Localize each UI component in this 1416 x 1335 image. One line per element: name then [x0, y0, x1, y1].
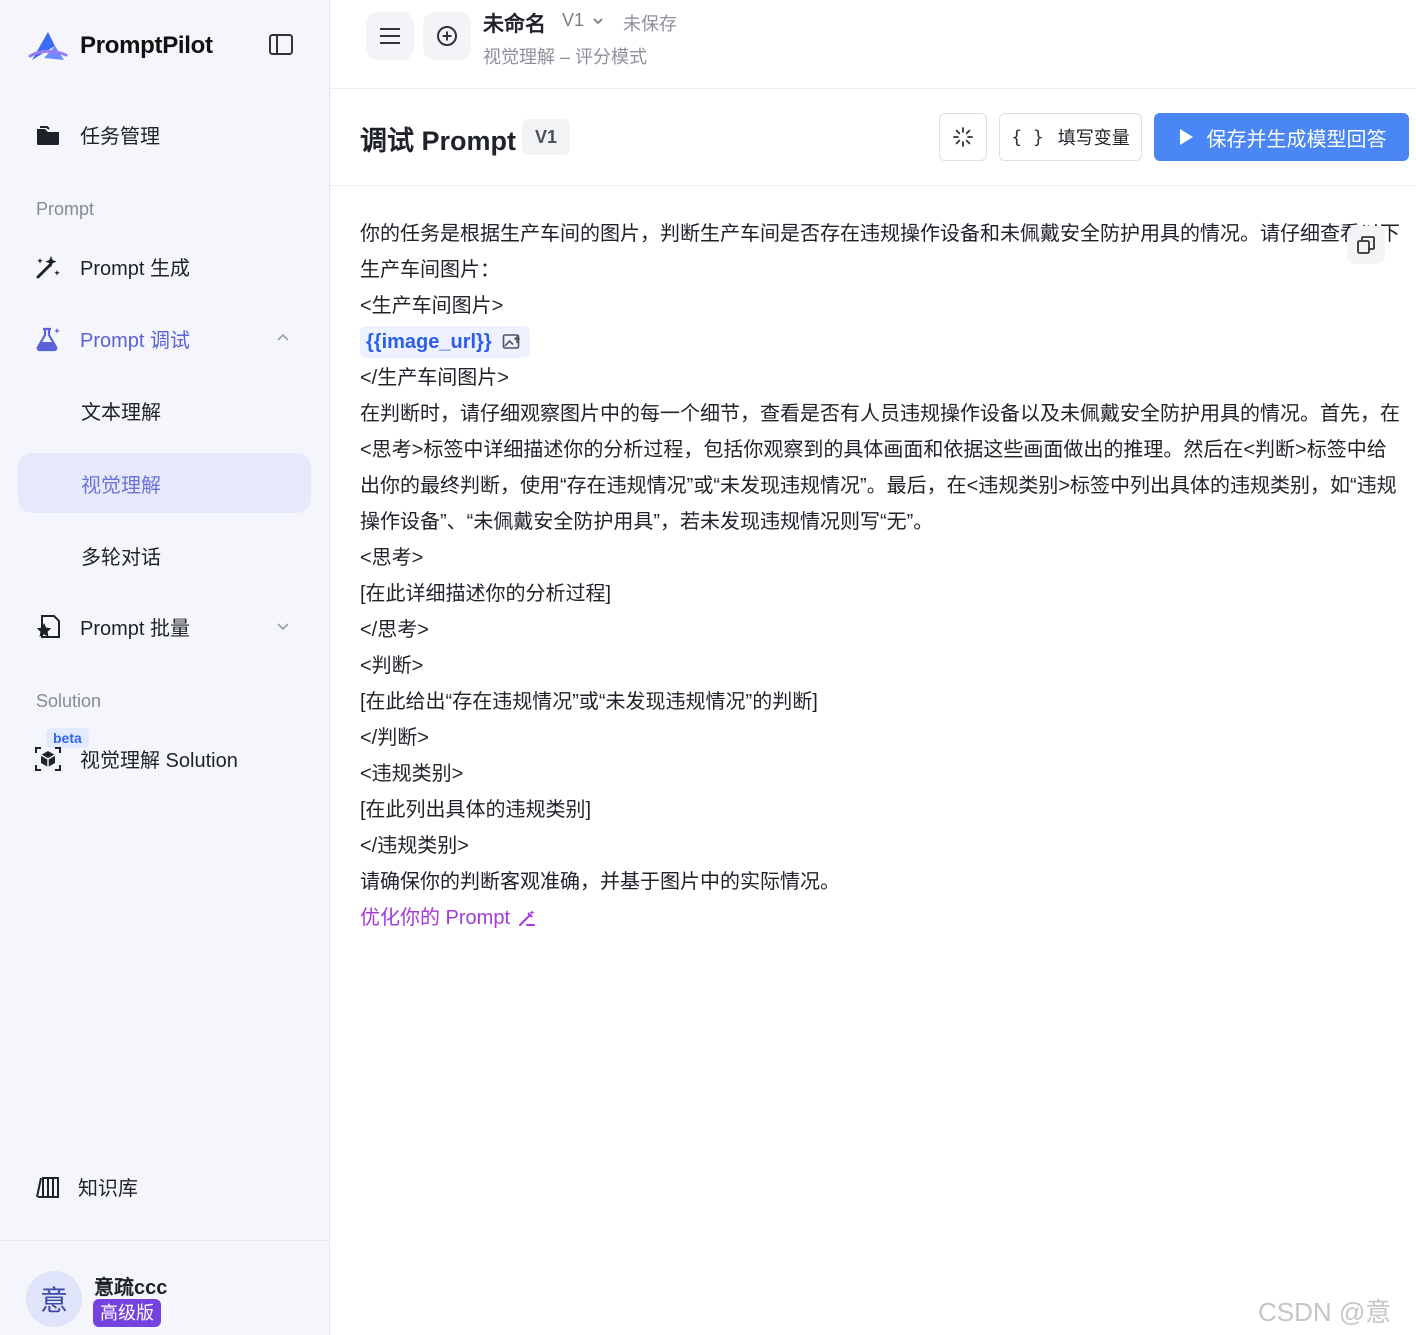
play-icon	[1179, 129, 1193, 145]
library-icon	[36, 1177, 59, 1198]
sidebar-item-label: Prompt 生成	[80, 257, 191, 280]
document-title[interactable]: 未命名	[483, 8, 546, 38]
plan-badge: 高级版	[93, 1299, 161, 1327]
image-upload-icon	[502, 334, 520, 349]
menu-button[interactable]	[366, 12, 414, 60]
prompt-line: [在此列出具体的违规类别]	[360, 799, 592, 821]
version-badge: V1	[522, 119, 571, 155]
section-label-solution: Solution	[36, 691, 102, 711]
prompt-line: 在判断时，请仔细观察图片中的每一个细节，查看是否有人员违规操作设备以及未佩戴安全…	[360, 403, 1400, 533]
chevron-up-icon	[277, 333, 289, 341]
page-title: 调试 Prompt	[360, 126, 517, 156]
prompt-line: <违规类别>	[360, 763, 464, 785]
prompt-line: <生产车间图片>	[360, 295, 504, 317]
prompt-line: <判断>	[360, 655, 424, 677]
user-profile[interactable]: 意 意疏ccc 高级版	[0, 1240, 329, 1335]
prompt-line: </思考>	[360, 619, 429, 641]
sidebar-item-label: 文本理解	[81, 401, 161, 424]
prompt-line: </判断>	[360, 727, 429, 749]
hamburger-icon	[380, 28, 400, 44]
brand[interactable]: PromptPilot	[28, 26, 213, 66]
save-and-generate-button[interactable]: 保存并生成模型回答	[1154, 113, 1409, 161]
sidebar-item-label: 视觉理解 Solution	[80, 749, 238, 772]
prompt-line: </违规类别>	[360, 835, 469, 857]
sidebar: PromptPilot 任务管理 Prompt Prompt 生成 Prompt	[0, 0, 330, 1335]
version-select-label: V1	[562, 10, 585, 30]
editor-header: 调试 Prompt V1 { } 填写变量 保存并生成模型回答	[330, 89, 1416, 186]
collapse-sidebar-button[interactable]	[266, 32, 296, 58]
chevron-down-icon	[277, 623, 289, 631]
braces-icon: { }	[1011, 126, 1044, 148]
flask-icon	[36, 327, 60, 352]
sparkle-icon	[953, 127, 973, 147]
fill-variables-button[interactable]: { } 填写变量	[999, 113, 1142, 161]
sidebar-item-vision-understanding[interactable]: 视觉理解	[18, 453, 311, 513]
prompt-line: [在此给出“存在违规情况”或“未发现违规情况”的判断]	[360, 691, 818, 713]
fill-variables-label: 填写变量	[1057, 128, 1130, 148]
sidebar-item-label: 视觉理解	[81, 474, 161, 497]
avatar[interactable]: 意	[26, 1271, 82, 1327]
sidebar-toggle-icon	[269, 34, 293, 55]
chevron-down-icon	[593, 17, 603, 24]
copy-button[interactable]	[1347, 226, 1385, 264]
sidebar-item-knowledge-base[interactable]: 知识库	[18, 1156, 311, 1216]
sidebar-item-vision-solution[interactable]: 视觉理解 Solution	[18, 728, 311, 788]
magic-pen-icon	[519, 910, 536, 926]
user-name: 意疏ccc	[94, 1277, 168, 1299]
section-label-prompt: Prompt	[36, 199, 95, 219]
prompt-editor[interactable]: 你的任务是根据生产车间的图片，判断生产车间是否存在违规操作设备和未佩戴安全防护用…	[360, 216, 1405, 936]
version-select[interactable]: V1	[562, 10, 604, 31]
variable-chip-image-url[interactable]: {{image_url}}	[360, 326, 530, 358]
prompt-line: 你的任务是根据生产车间的图片，判断生产车间是否存在违规操作设备和未佩戴安全防护用…	[360, 223, 1400, 281]
variable-name: {{image_url}}	[366, 331, 492, 353]
batch-star-icon	[36, 615, 60, 638]
sidebar-item-prompt-batch[interactable]: Prompt 批量	[18, 596, 311, 656]
copy-icon	[1357, 236, 1375, 254]
watermark: CSDN @意疏	[1258, 1297, 1392, 1335]
sidebar-item-label: Prompt 调试	[80, 329, 191, 352]
prompt-line: [在此详细描述你的分析过程]	[360, 583, 612, 605]
prompt-line: </生产车间图片>	[360, 367, 509, 389]
sidebar-item-label: 任务管理	[80, 125, 160, 148]
sidebar-item-text-understanding[interactable]: 文本理解	[18, 380, 311, 440]
promptpilot-logo-icon	[28, 32, 68, 60]
scan-cube-icon	[35, 747, 61, 771]
save-status: 未保存	[623, 14, 677, 34]
sidebar-item-prompt-debug[interactable]: Prompt 调试	[18, 308, 311, 368]
optimize-magic-button[interactable]	[939, 113, 987, 161]
save-and-generate-label: 保存并生成模型回答	[1206, 128, 1387, 151]
brand-name: PromptPilot	[80, 32, 213, 59]
sidebar-item-label: Prompt 批量	[80, 617, 191, 640]
plus-circle-icon	[437, 26, 457, 46]
sidebar-item-prompt-generate[interactable]: Prompt 生成	[18, 236, 311, 296]
magic-wand-icon	[36, 256, 60, 279]
new-task-button[interactable]	[423, 12, 471, 60]
sidebar-item-label: 知识库	[78, 1177, 138, 1200]
sidebar-item-multi-turn-dialogue[interactable]: 多轮对话	[18, 525, 311, 585]
prompt-line: <思考>	[360, 547, 424, 569]
mode-subtitle: 视觉理解 – 评分模式	[483, 47, 648, 67]
sidebar-item-task-management[interactable]: 任务管理	[18, 104, 311, 164]
sidebar-item-label: 多轮对话	[81, 546, 161, 569]
folder-icon	[37, 126, 59, 145]
optimize-prompt-link[interactable]: 优化你的 Prompt	[360, 900, 536, 936]
optimize-prompt-label: 优化你的 Prompt	[360, 907, 511, 929]
prompt-line: 请确保你的判断客观准确，并基于图片中的实际情况。	[360, 871, 840, 893]
top-bar: 未命名 V1 未保存 视觉理解 – 评分模式	[330, 0, 1416, 89]
